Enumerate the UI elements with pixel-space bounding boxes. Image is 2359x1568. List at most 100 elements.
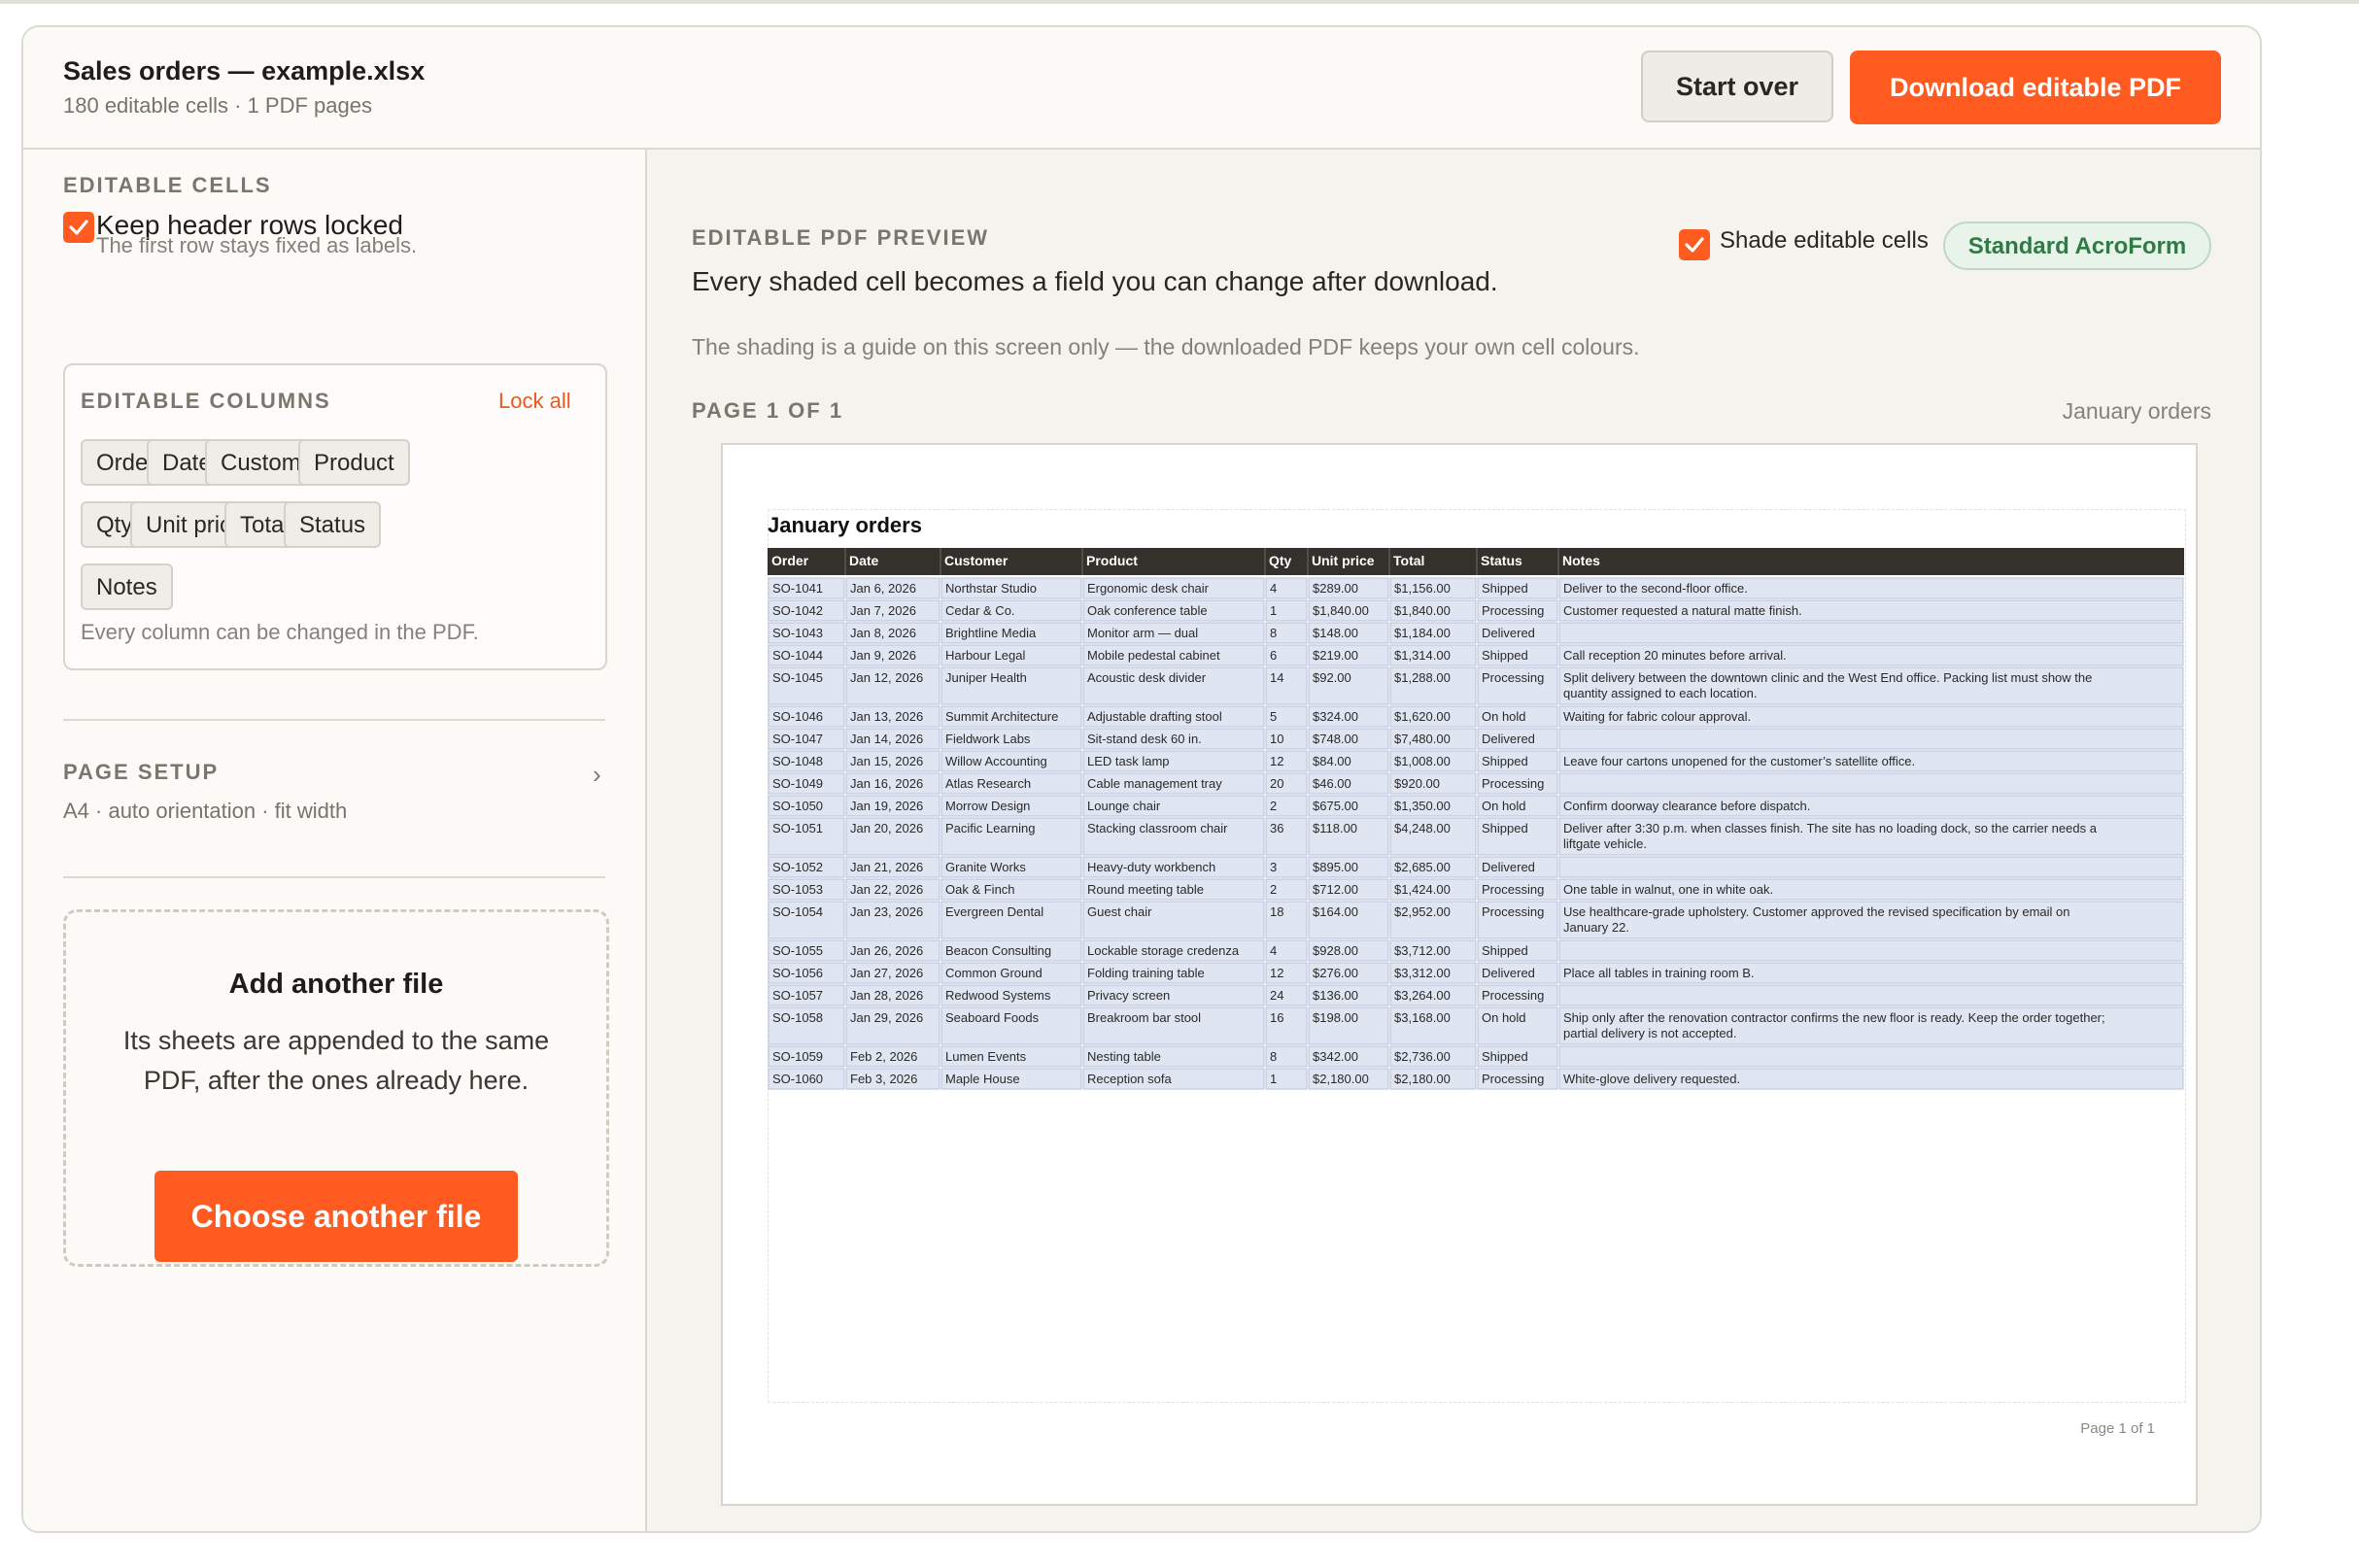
cell-text: $1,008.00: [1394, 754, 1451, 768]
cell-text: Shipped: [1482, 581, 1528, 596]
cell-text: $1,288.00: [1394, 670, 1451, 685]
cell-text: Evergreen Dental: [945, 904, 1043, 919]
cell-text: Mobile pedestal cabinet: [1087, 648, 1220, 663]
editable-cell-notes[interactable]: [1558, 728, 2184, 750]
download-pdf-button[interactable]: Download editable PDF: [1850, 51, 2221, 124]
cell-text: Sit-stand desk 60 in.: [1087, 732, 1202, 746]
table-row: SO-1057 Jan 28, 2026 Redwood Systems Privac…: [768, 984, 2184, 1006]
cell-text: Lumen Events: [945, 1049, 1027, 1064]
table-row: SO-1043 Jan 8, 2026 Brightline Media Monito…: [768, 622, 2184, 644]
editable-cell-notes[interactable]: [1558, 622, 2184, 644]
table-header-status: Status: [1481, 553, 1522, 568]
cell-text: SO-1057: [772, 988, 823, 1003]
cell-text: Harbour Legal: [945, 648, 1025, 663]
cell-text: 1: [1270, 603, 1277, 618]
cell-text: $748.00: [1313, 732, 1358, 746]
card-header: Sales orders — example.xlsx 180 editable…: [23, 27, 2260, 150]
table-row: SO-1054 Jan 23, 2026 Evergreen Dental Guest…: [768, 901, 2184, 939]
cell-text: $1,840.00: [1394, 603, 1451, 618]
editable-cell-notes[interactable]: [1558, 1045, 2184, 1068]
cell-text: Processing: [1482, 776, 1544, 791]
cell-text: $1,840.00: [1313, 603, 1369, 618]
cell-text: 10: [1270, 732, 1283, 746]
table-header-total: Total: [1393, 553, 1424, 568]
column-chip-notes[interactable]: Notes: [81, 563, 173, 610]
cell-text: 12: [1270, 966, 1283, 980]
cell-text: 2: [1270, 882, 1277, 897]
cell-text: Juniper Health: [945, 670, 1027, 685]
cell-text: $1,156.00: [1394, 581, 1451, 596]
pdf-page-title: January orders: [768, 513, 922, 537]
keep-header-hint: The first row stays fixed as labels.: [96, 233, 418, 257]
cell-text: Ship only after the renovation contracto…: [1563, 1010, 2105, 1025]
cell-text: 20: [1270, 776, 1283, 791]
cell-text: Processing: [1482, 1072, 1544, 1086]
add-file-dropzone[interactable]: Add another file Its sheets are appended…: [63, 909, 609, 1267]
cell-text: SO-1051: [772, 821, 823, 835]
table-row: SO-1052 Jan 21, 2026 Granite Works Heavy-du…: [768, 856, 2184, 878]
cell-text: 16: [1270, 1010, 1283, 1025]
cell-text: Heavy-duty workbench: [1087, 860, 1215, 874]
cell-text: Jan 27, 2026: [850, 966, 923, 980]
cell-text: $7,480.00: [1394, 732, 1451, 746]
keep-header-checkbox[interactable]: [63, 212, 94, 243]
cell-text: Shipped: [1482, 754, 1528, 768]
cell-text: On hold: [1482, 1010, 1526, 1025]
editable-cell-notes[interactable]: [1558, 772, 2184, 795]
cell-text: $219.00: [1313, 648, 1358, 663]
cell-text: January 22.: [1563, 920, 1629, 935]
page-setup-heading[interactable]: PAGE SETUP: [63, 760, 219, 785]
cell-text: Delivered: [1482, 860, 1535, 874]
cell-text: liftgate vehicle.: [1563, 836, 1647, 851]
column-chip-product[interactable]: Product: [298, 439, 410, 486]
editable-cell-notes[interactable]: [1558, 984, 2184, 1006]
editable-columns-panel: EDITABLE COLUMNS Lock all Order Date Cus…: [63, 363, 607, 670]
cell-text: Adjustable drafting stool: [1087, 709, 1222, 724]
cell-text: Reception sofa: [1087, 1072, 1172, 1086]
cell-text: $895.00: [1313, 860, 1358, 874]
cell-text: Jan 21, 2026: [850, 860, 923, 874]
cell-text: Waiting for fabric colour approval.: [1563, 709, 1751, 724]
check-icon: [69, 220, 88, 235]
choose-file-button[interactable]: Choose another file: [154, 1171, 518, 1262]
converter-card: Sales orders — example.xlsx 180 editable…: [21, 25, 2262, 1533]
sidebar-divider: [63, 719, 605, 721]
cell-text: Jan 6, 2026: [850, 581, 916, 596]
window-top-border: [0, 0, 2359, 4]
cell-text: 18: [1270, 904, 1283, 919]
cell-text: Processing: [1482, 904, 1544, 919]
cell-text: Jan 14, 2026: [850, 732, 923, 746]
column-chip-status[interactable]: Status: [284, 501, 382, 548]
table-row: SO-1041 Jan 6, 2026 Northstar Studio Ergono…: [768, 577, 2184, 599]
start-over-button[interactable]: Start over: [1641, 51, 1833, 122]
cell-text: Jan 20, 2026: [850, 821, 923, 835]
cell-text: Jan 29, 2026: [850, 1010, 923, 1025]
table-row: SO-1042 Jan 7, 2026 Cedar & Co. Oak confere…: [768, 599, 2184, 622]
cell-text: SO-1044: [772, 648, 823, 663]
cell-text: Jan 15, 2026: [850, 754, 923, 768]
add-file-title: Add another file: [228, 969, 444, 1000]
editable-cell-notes[interactable]: [1558, 939, 2184, 962]
chevron-right-icon[interactable]: ›: [593, 760, 601, 790]
cell-text: 14: [1270, 670, 1283, 685]
shade-cells-label[interactable]: Shade editable cells: [1720, 227, 1929, 255]
lock-all-link[interactable]: Lock all: [498, 389, 571, 414]
table-row: SO-1046 Jan 13, 2026 Summit Architecture Ad…: [768, 705, 2184, 728]
cell-text: Shipped: [1482, 648, 1528, 663]
pdf-page-footer: Page 1 of 1: [2080, 1420, 2155, 1437]
cell-text: $118.00: [1313, 821, 1357, 835]
cell-text: SO-1041: [772, 581, 823, 596]
editable-cell-notes[interactable]: [1558, 856, 2184, 878]
shade-cells-checkbox[interactable]: [1679, 229, 1710, 260]
cell-text: SO-1050: [772, 799, 823, 813]
columns-hint: Every column can be changed in the PDF.: [81, 620, 479, 644]
cell-text: Jan 22, 2026: [850, 882, 923, 897]
cell-text: Lounge chair: [1087, 799, 1161, 813]
cell-text: 8: [1270, 1049, 1277, 1064]
cell-text: $1,314.00: [1394, 648, 1451, 663]
cell-text: $928.00: [1313, 943, 1358, 958]
cell-text: $198.00: [1313, 1010, 1358, 1025]
check-icon: [1685, 237, 1704, 253]
table-row: SO-1049 Jan 16, 2026 Atlas Research Cable m…: [768, 772, 2184, 795]
cell-text: 24: [1270, 988, 1283, 1003]
